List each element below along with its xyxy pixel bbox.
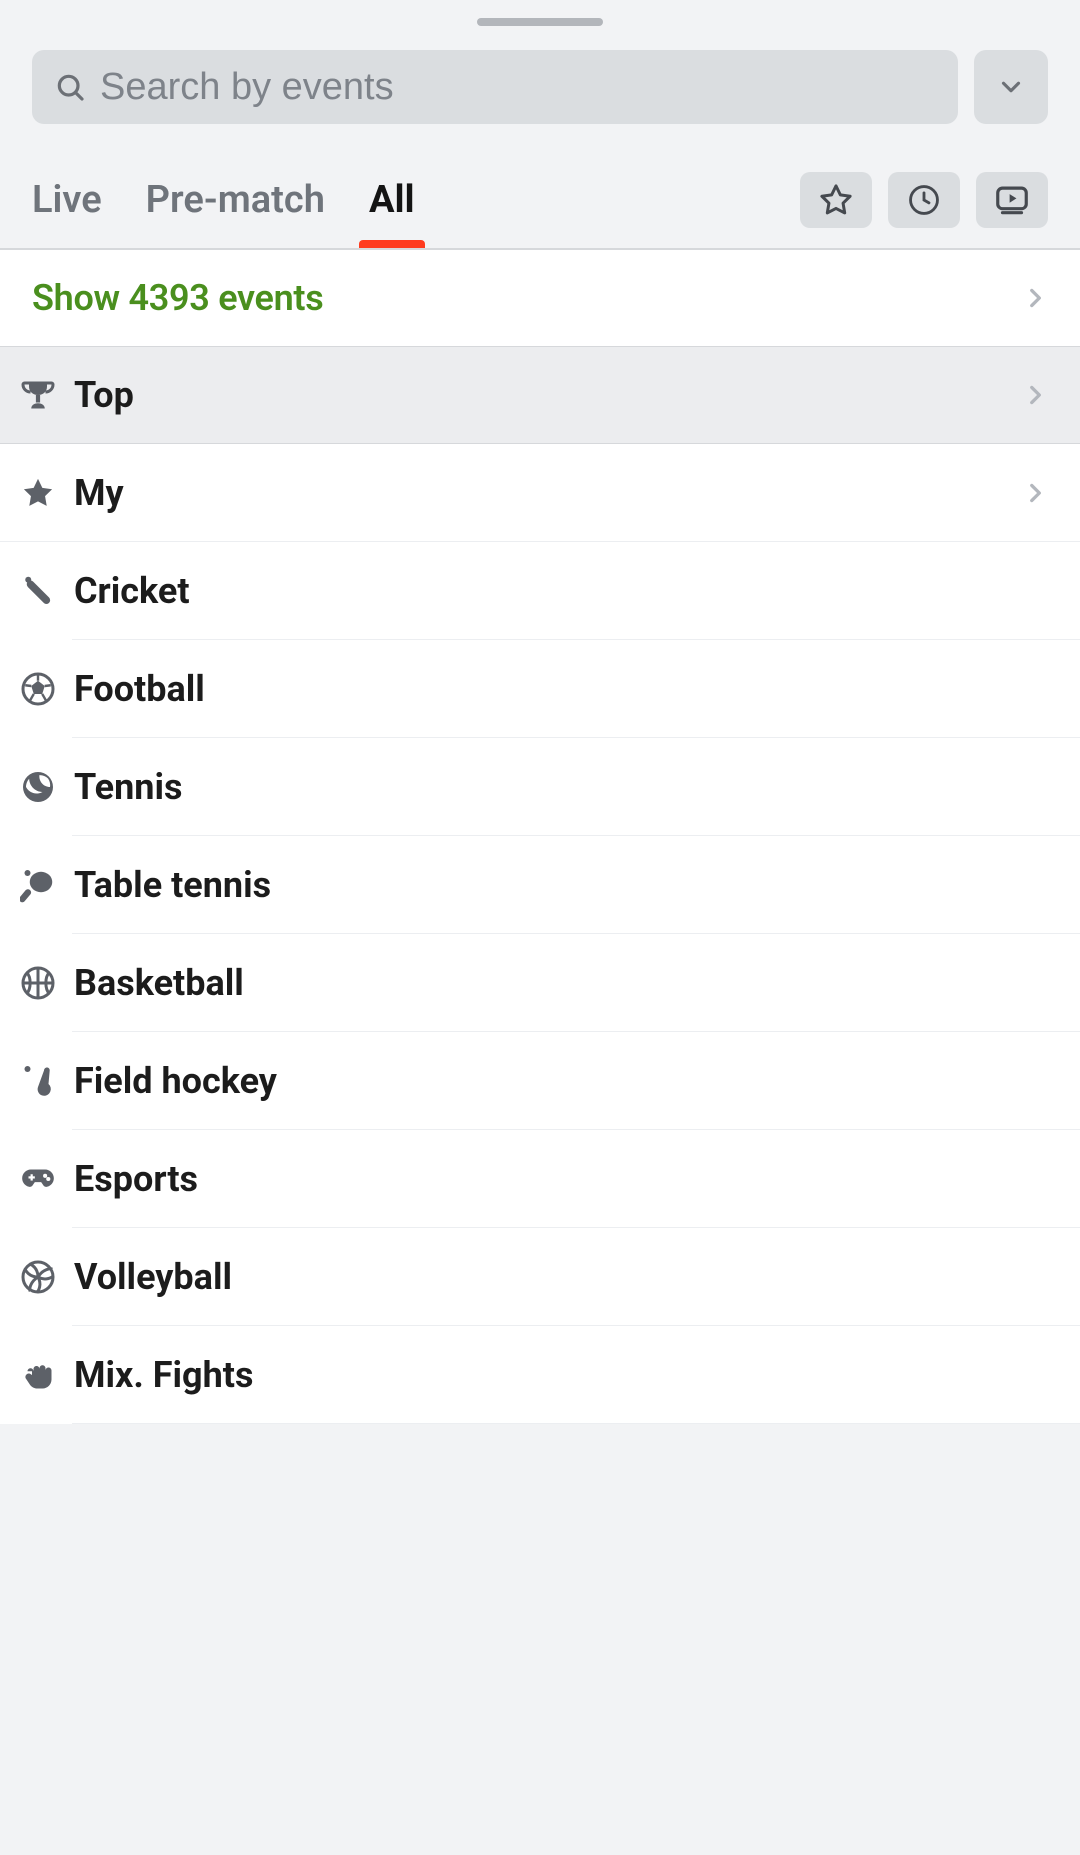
sport-row-table-tennis[interactable]: Table tennis	[0, 836, 1080, 934]
show-events-label: Show 4393 events	[32, 277, 323, 319]
gamepad-icon	[18, 1159, 58, 1199]
section-my-label: My	[74, 472, 124, 514]
section-my[interactable]: My	[0, 444, 1080, 542]
sport-row-field-hockey[interactable]: Field hockey	[0, 1032, 1080, 1130]
show-events-button[interactable]: Show 4393 events	[0, 250, 1080, 346]
fist-icon	[18, 1355, 58, 1395]
trophy-icon	[18, 375, 58, 415]
sport-label: Table tennis	[74, 864, 271, 906]
search-box[interactable]	[32, 50, 958, 124]
sport-row-cricket[interactable]: Cricket	[0, 542, 1080, 640]
star-icon	[818, 182, 854, 218]
drag-handle[interactable]	[477, 18, 603, 26]
live-tv-icon	[993, 181, 1031, 219]
sport-label: Football	[74, 668, 205, 710]
sport-row-esports[interactable]: Esports	[0, 1130, 1080, 1228]
basketball-icon	[18, 963, 58, 1003]
section-top[interactable]: Top	[0, 346, 1080, 444]
tab-prematch[interactable]: Pre-match	[146, 152, 325, 248]
sport-label: Tennis	[74, 766, 183, 808]
chevron-down-icon	[996, 72, 1026, 102]
section-top-label: Top	[74, 374, 134, 416]
favorites-button[interactable]	[800, 172, 872, 228]
cricket-icon	[18, 571, 58, 611]
sport-row-volleyball[interactable]: Volleyball	[0, 1228, 1080, 1326]
field-hockey-icon	[18, 1061, 58, 1101]
chevron-right-icon	[1022, 285, 1048, 311]
sport-label: Mix. Fights	[74, 1354, 253, 1396]
sport-label: Cricket	[74, 570, 190, 612]
star-filled-icon	[18, 473, 58, 513]
volleyball-icon	[18, 1257, 58, 1297]
tabs: Live Pre-match All	[32, 152, 1048, 248]
tab-live[interactable]: Live	[32, 152, 102, 248]
table-tennis-icon	[18, 865, 58, 905]
sport-label: Esports	[74, 1158, 198, 1200]
search-icon	[54, 71, 86, 103]
clock-icon	[907, 183, 941, 217]
search-input[interactable]	[100, 66, 936, 109]
sport-label: Volleyball	[74, 1256, 232, 1298]
chevron-right-icon	[1022, 480, 1048, 506]
sport-row-basketball[interactable]: Basketball	[0, 934, 1080, 1032]
sport-label: Basketball	[74, 962, 244, 1004]
sport-label: Field hockey	[74, 1060, 277, 1102]
dropdown-toggle-button[interactable]	[974, 50, 1048, 124]
sport-row-tennis[interactable]: Tennis	[0, 738, 1080, 836]
chevron-right-icon	[1022, 382, 1048, 408]
recent-button[interactable]	[888, 172, 960, 228]
live-tv-button[interactable]	[976, 172, 1048, 228]
sport-list: Cricket Football Tennis Table tennis Bas…	[0, 542, 1080, 1424]
tab-all[interactable]: All	[369, 152, 415, 248]
tennis-icon	[18, 767, 58, 807]
sport-row-football[interactable]: Football	[0, 640, 1080, 738]
football-icon	[18, 669, 58, 709]
sport-row-mix-fights[interactable]: Mix. Fights	[0, 1326, 1080, 1424]
